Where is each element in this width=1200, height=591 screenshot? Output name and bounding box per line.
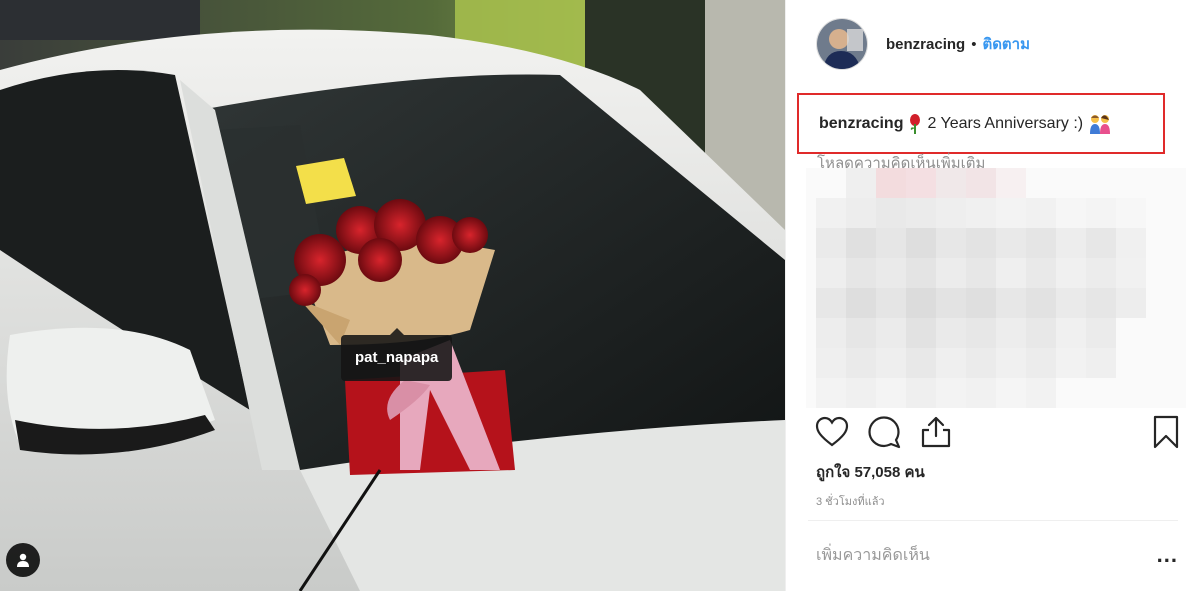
caption-text: 2 Years Anniversary :) (927, 114, 1084, 132)
user-tag-button[interactable] (6, 543, 40, 577)
post-photo[interactable]: pat_napapa (0, 0, 785, 591)
user-tag-label[interactable]: pat_napapa (341, 328, 453, 381)
share-icon[interactable] (918, 414, 954, 450)
car-bouquet-image (0, 0, 785, 591)
avatar[interactable] (816, 18, 868, 70)
follow-button[interactable]: ติดตาม (982, 32, 1030, 56)
likes-count[interactable]: ถูกใจ 57,058 คน (816, 460, 925, 484)
caption-highlight: benzracing 2 Years Anniversary :) (797, 93, 1165, 154)
rose-icon (910, 113, 921, 134)
more-options-button[interactable]: ... (1157, 544, 1178, 566)
post-side-panel: benzracing • ติดตาม benzracing 2 Years A… (785, 0, 1200, 591)
comment-icon[interactable] (866, 414, 902, 450)
header-username[interactable]: benzracing (886, 36, 965, 53)
blurred-comments (806, 168, 1186, 408)
post-header: benzracing • ติดตาม (786, 0, 1200, 88)
comment-input-row: เพิ่มความคิดเห็น ... (816, 540, 1178, 570)
header-separator: • (971, 35, 977, 53)
instagram-post: pat_napapa benzracing • ติดตาม benzracin… (0, 0, 1200, 591)
heart-icon[interactable] (814, 414, 850, 450)
comment-input[interactable]: เพิ่มความคิดเห็น (816, 543, 930, 568)
user-tag-icon (17, 553, 29, 567)
caption-username[interactable]: benzracing (819, 115, 903, 133)
post-timestamp: 3 ชั่วโมงที่แล้ว (816, 496, 885, 508)
bookmark-icon[interactable] (1148, 414, 1184, 450)
divider (808, 520, 1178, 521)
avatar-image (817, 19, 867, 69)
couple-emoji-icon (1090, 114, 1111, 134)
action-bar (814, 414, 1184, 454)
